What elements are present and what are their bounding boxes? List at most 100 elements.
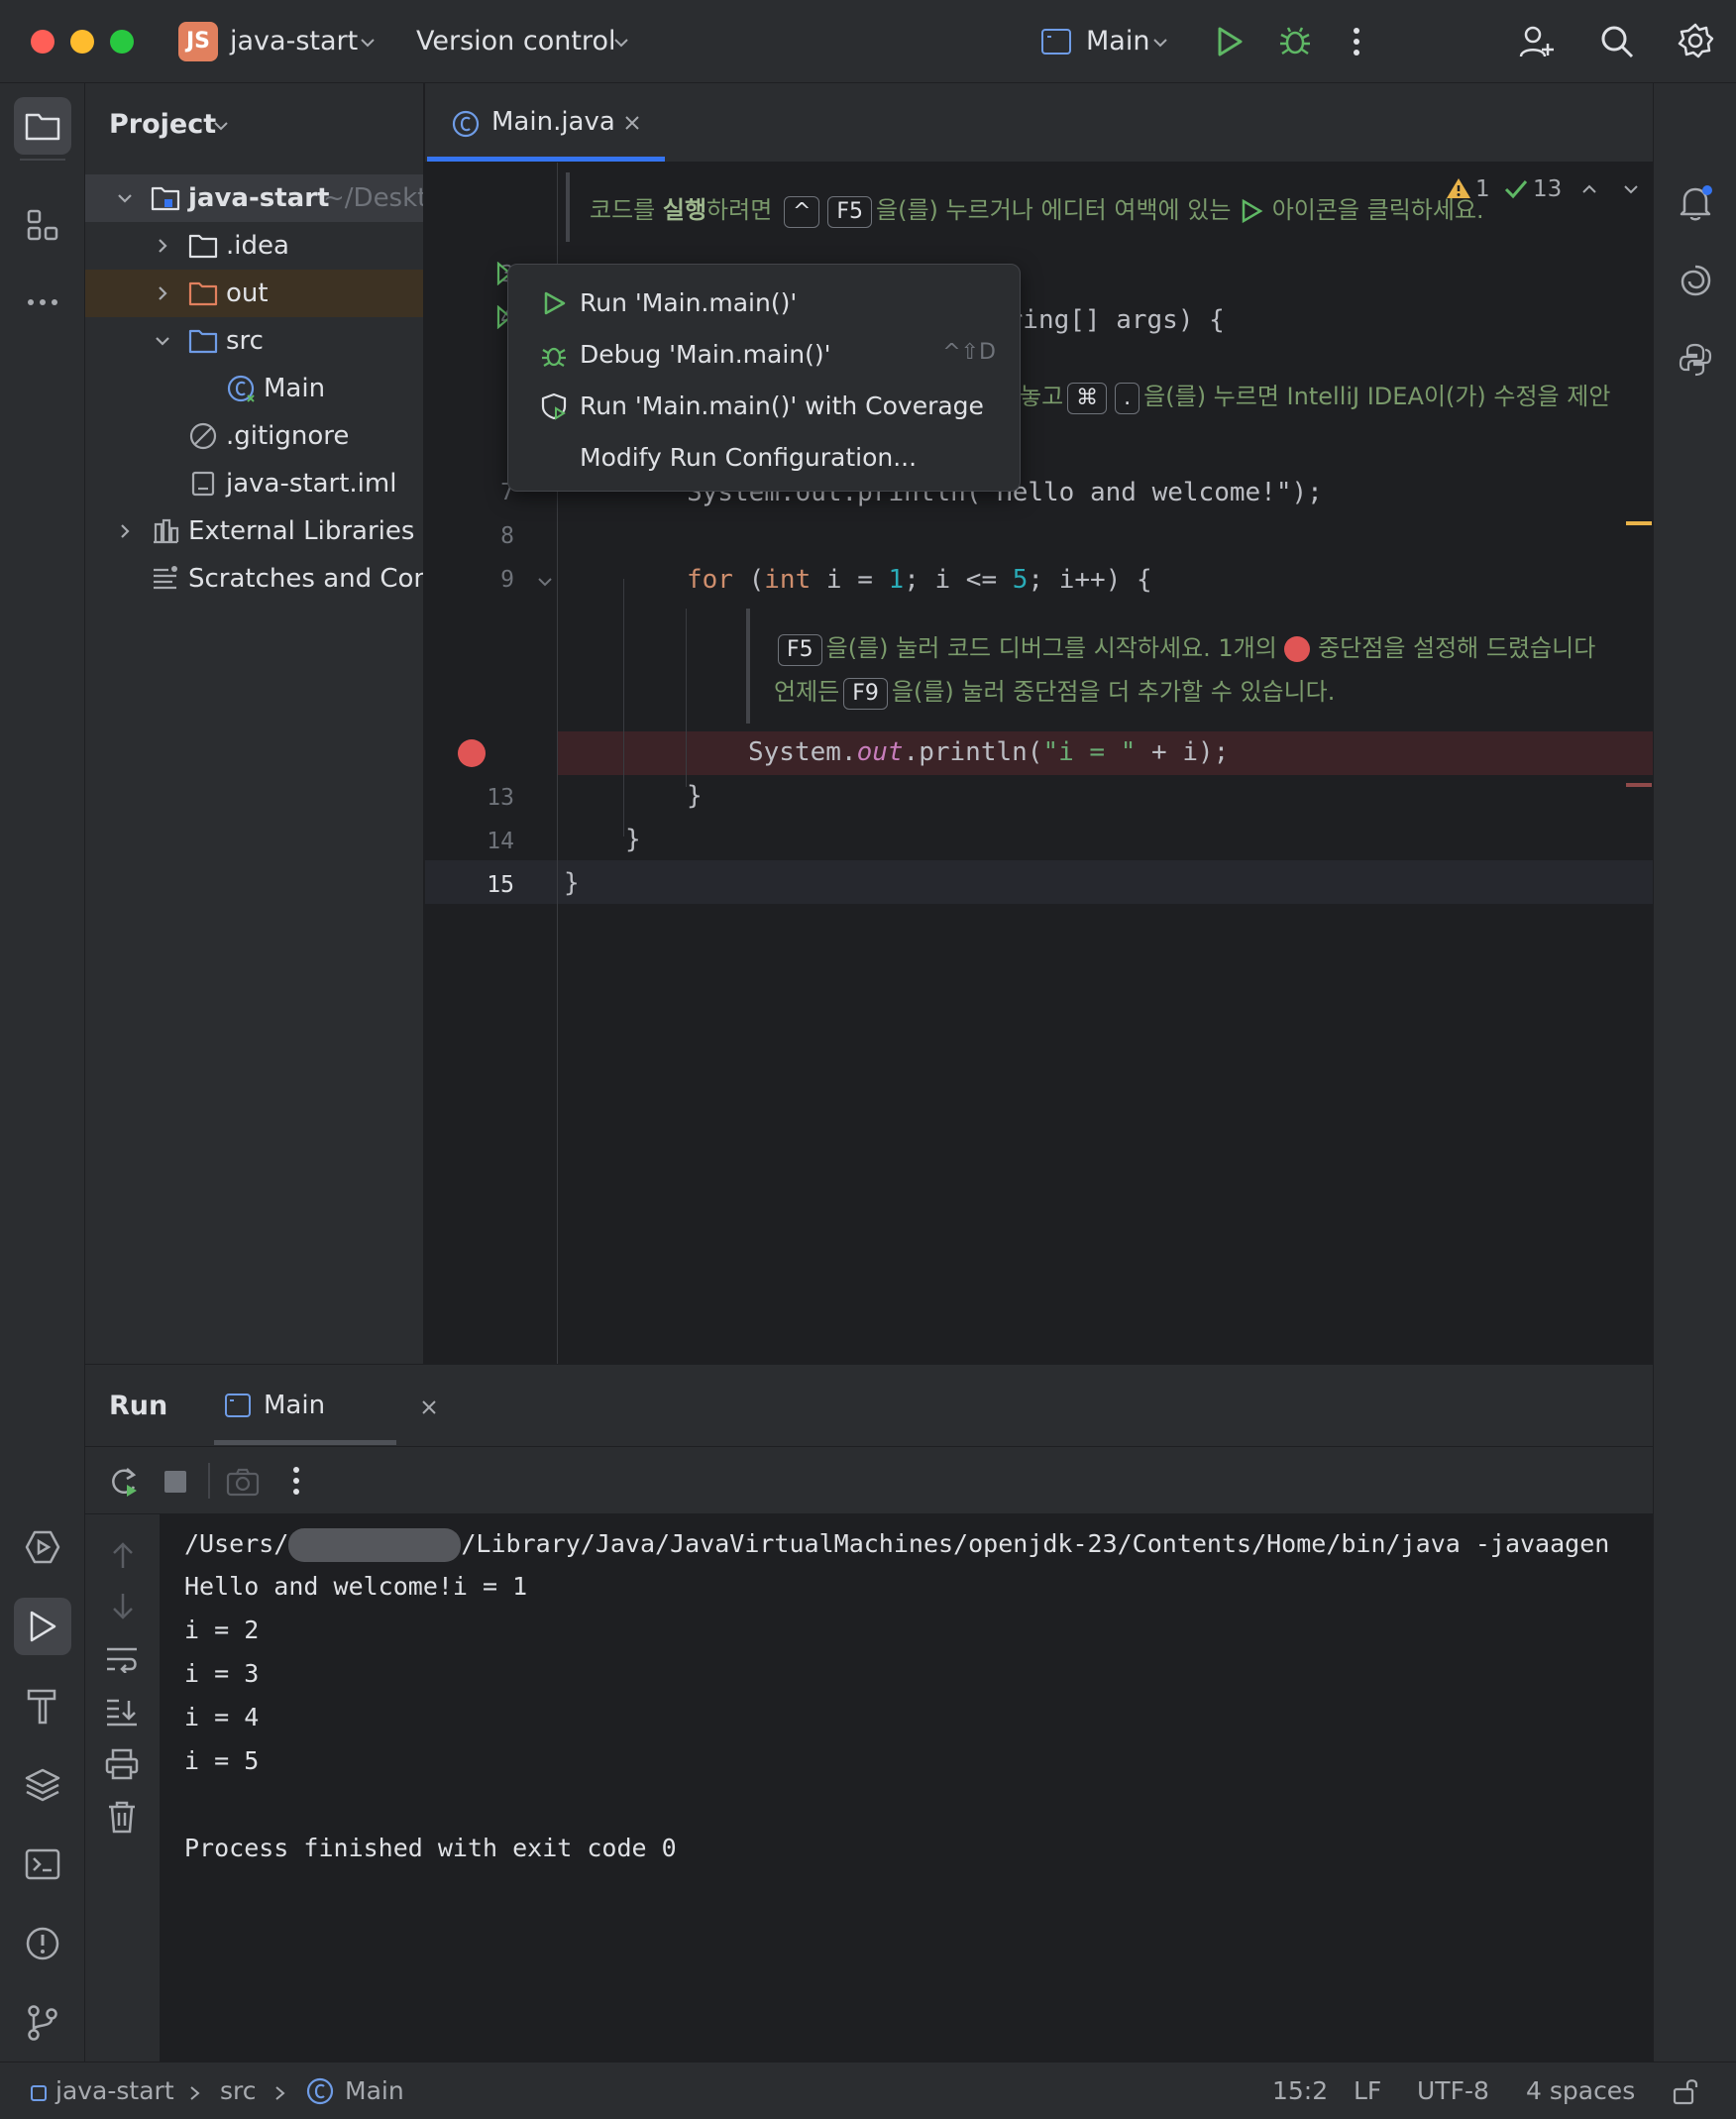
services-tool-button[interactable] — [14, 1518, 71, 1576]
print-icon[interactable] — [105, 1748, 139, 1780]
run-tool-button[interactable] — [14, 1598, 71, 1655]
project-panel-title[interactable]: Project — [109, 109, 216, 140]
line-number: 14 — [487, 829, 514, 854]
run-tab-main[interactable]: Main — [214, 1365, 436, 1447]
build-tool-button[interactable] — [14, 1677, 71, 1734]
run-config-icon — [1041, 29, 1071, 55]
chevron-down-icon[interactable] — [115, 188, 135, 208]
tree-item-label: .idea — [226, 231, 289, 261]
git-tool-button[interactable] — [14, 1994, 71, 2052]
add-user-icon[interactable] — [1518, 24, 1556, 59]
ok-count[interactable]: 13 — [1533, 176, 1562, 202]
tree-item-java-start[interactable]: java-start ~/Deskto — [85, 174, 423, 222]
tab-main-java[interactable]: Main.java — [425, 83, 667, 163]
stop-icon[interactable] — [164, 1471, 186, 1493]
close-window-button[interactable] — [31, 30, 54, 54]
chevron-down-icon[interactable] — [153, 331, 172, 351]
menu-item-modify-config[interactable]: Modify Run Configuration... — [508, 431, 1022, 483]
menu-item-run[interactable]: Run 'Main.main()' — [508, 277, 1022, 328]
soft-wrap-icon[interactable] — [105, 1645, 139, 1673]
scroll-to-end-icon[interactable] — [105, 1697, 139, 1727]
more-tools-button[interactable] — [14, 274, 71, 331]
breakpoint-icon[interactable] — [458, 739, 486, 767]
project-badge[interactable]: JS — [178, 22, 218, 61]
chevron-right-icon[interactable] — [153, 283, 172, 303]
breadcrumb-src[interactable]: src — [220, 2076, 257, 2105]
tree-item-main[interactable]: Main — [85, 365, 423, 412]
vcs-widget[interactable]: Version control — [416, 26, 615, 56]
console-output[interactable]: /Users/ /Library/Java/JavaVirtualMachines… — [161, 1514, 1653, 2062]
run-icon[interactable] — [1215, 26, 1245, 57]
close-tab-icon[interactable] — [420, 1398, 438, 1416]
chevron-down-icon[interactable] — [212, 117, 230, 135]
trash-icon[interactable] — [107, 1800, 137, 1834]
excluded-folder-icon — [188, 281, 218, 306]
notifications-button[interactable] — [1667, 174, 1724, 232]
hint-text: 놓고 — [1020, 383, 1064, 410]
menu-item-debug[interactable]: Debug 'Main.main()' ^⇧D — [508, 328, 1022, 380]
check-icon[interactable] — [1503, 176, 1529, 202]
layers-tool-button[interactable] — [14, 1756, 71, 1814]
tree-item-idea[interactable]: .idea — [85, 222, 423, 270]
problems-tool-button[interactable] — [14, 1915, 71, 1972]
scroll-up-icon[interactable] — [109, 1540, 137, 1570]
structure-tool-button[interactable] — [14, 196, 71, 254]
more-options-icon[interactable] — [291, 1465, 301, 1497]
hammer-icon — [27, 1689, 56, 1725]
caret-position[interactable]: 15:2 — [1272, 2076, 1328, 2105]
file-encoding[interactable]: UTF-8 — [1417, 2076, 1489, 2105]
breakpoint-stripe-marker[interactable] — [1626, 783, 1652, 787]
close-tab-icon[interactable] — [623, 114, 641, 132]
gear-icon[interactable] — [1677, 22, 1714, 59]
python-console-button[interactable] — [1667, 331, 1724, 389]
services-icon — [25, 1530, 60, 1564]
toolbar-divider — [208, 1463, 210, 1499]
status-bar: java-start src Main 15:2 LF UTF-8 4 spac… — [0, 2062, 1736, 2119]
rerun-icon[interactable] — [107, 1465, 141, 1499]
line-separator[interactable]: LF — [1354, 2076, 1381, 2105]
chevron-down-icon[interactable] — [359, 34, 377, 52]
breadcrumb-main[interactable]: Main — [345, 2076, 404, 2105]
chevron-down-icon[interactable] — [1151, 34, 1169, 52]
project-tool-button[interactable] — [14, 97, 71, 155]
chevron-down-icon[interactable] — [1622, 180, 1640, 198]
fold-icon[interactable] — [536, 573, 554, 591]
key-f5: F5 — [778, 634, 822, 666]
chevron-right-icon[interactable] — [115, 521, 135, 541]
run-config-selector[interactable]: Main — [1086, 26, 1149, 56]
line-number: 7 — [500, 480, 514, 505]
ai-spiral-icon — [1681, 265, 1711, 296]
more-options-icon[interactable] — [1352, 26, 1361, 57]
tree-item-out[interactable]: out — [85, 270, 423, 317]
tree-item-external-libraries[interactable]: External Libraries — [85, 507, 423, 555]
doc-comment-bar — [746, 609, 750, 724]
camera-icon[interactable] — [226, 1467, 260, 1497]
debug-icon[interactable] — [1278, 24, 1312, 57]
breadcrumb-project[interactable]: java-start — [55, 2076, 174, 2105]
tree-item-gitignore[interactable]: .gitignore — [85, 412, 423, 460]
tree-item-iml[interactable]: java-start.iml — [85, 460, 423, 507]
search-icon[interactable] — [1599, 24, 1635, 59]
warning-stripe-marker[interactable] — [1626, 521, 1652, 525]
maximize-window-button[interactable] — [110, 30, 134, 54]
menu-item-coverage[interactable]: Run 'Main.main()' with Coverage — [508, 380, 1022, 431]
java-class-icon — [227, 375, 255, 402]
ai-assistant-button[interactable] — [1667, 252, 1724, 309]
tree-item-scratches[interactable]: Scratches and Cons — [85, 555, 423, 603]
code-line-12: System.out.println("i = " + i); — [748, 737, 1229, 767]
chevron-down-icon[interactable] — [612, 34, 630, 52]
indent-setting[interactable]: 4 spaces — [1526, 2076, 1635, 2105]
terminal-tool-button[interactable] — [14, 1836, 71, 1893]
hint-bold: 실행 — [662, 196, 707, 224]
lock-open-icon[interactable] — [1671, 2076, 1700, 2106]
chevron-right-icon[interactable] — [153, 236, 172, 256]
debug-hint-line2: 언제든 F9 을(를) 눌러 중단점을 더 추가할 수 있습니다. — [774, 672, 1335, 710]
scroll-down-icon[interactable] — [109, 1592, 137, 1621]
minimize-window-button[interactable] — [70, 30, 94, 54]
tree-item-src[interactable]: src — [85, 317, 423, 365]
structure-icon — [27, 209, 58, 241]
chevron-up-icon[interactable] — [1580, 180, 1598, 198]
run-side-toolbar — [85, 1514, 161, 2062]
project-name[interactable]: java-start — [230, 26, 358, 56]
key-period: . — [1115, 383, 1140, 414]
